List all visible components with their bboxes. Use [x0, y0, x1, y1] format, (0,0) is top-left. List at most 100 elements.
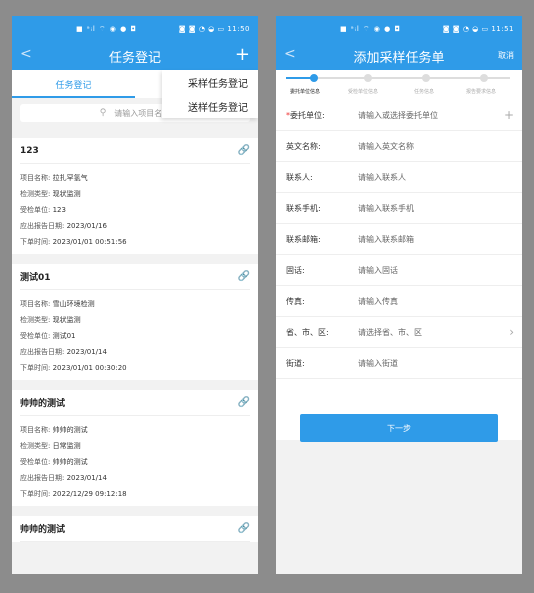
field-label: 项目名称:: [20, 426, 51, 434]
field-label: 检测类型:: [20, 190, 51, 198]
form-row-contact[interactable]: 联系人: 请输入联系人: [276, 162, 522, 193]
step-label: 受检单位信息: [348, 89, 379, 95]
field-label: 委托单位:: [290, 110, 325, 120]
add-menu: 采样任务登记 送样任务登记: [162, 70, 258, 118]
tab-task-register[interactable]: 任务登记: [12, 70, 135, 98]
field-label: 应出报告日期:: [20, 222, 65, 230]
form-row-email[interactable]: 联系邮箱: 请输入联系邮箱: [276, 224, 522, 255]
step-dot: [480, 74, 488, 82]
form-row-landline[interactable]: 固话: 请输入固话: [276, 255, 522, 286]
form-row-english-name[interactable]: 英文名称: 请输入英文名称: [276, 131, 522, 162]
task-card[interactable]: 123 🔗 项目名称: 拉扎罕氢气 检测类型: 现状监测 受检单位: 123 应…: [12, 138, 258, 254]
tab-indicator: [12, 96, 135, 98]
fax-input[interactable]: 请输入传真: [358, 296, 398, 307]
form-row-street[interactable]: 街道: 请输入街道: [276, 348, 522, 379]
client-form: *委托单位: 请输入或选择委托单位 + 英文名称: 请输入英文名称 联系人: 请…: [276, 100, 522, 440]
add-sampling-task-screen: ■ ᵃᵢl ⌔ ◉ ● ◘ ◙ ◙ ◔ ◒ ▭ 11:51 < 添加采样任务单 …: [276, 16, 522, 574]
field-value: 测试01: [52, 332, 76, 340]
cancel-button[interactable]: 取消: [498, 50, 514, 61]
nav-bar: < 任务登记 +: [12, 42, 258, 70]
field-label: 下单时间:: [20, 238, 51, 246]
form-row-fax[interactable]: 传真: 请输入传真: [276, 286, 522, 317]
status-icons: ■ ᵃᵢl ⌔ ◉ ● ◘: [76, 24, 138, 33]
field-label: 项目名称:: [20, 300, 51, 308]
task-register-screen: ■ ᵃᵢl ⌔ ◉ ● ◘ ◙ ◙ ◔ ◒ ▭ 11:50 < 任务登记 + 采…: [12, 16, 258, 574]
field-label: 英文名称:: [286, 141, 321, 151]
field-label: 下单时间:: [20, 364, 51, 372]
field-label: 省、市、区:: [286, 327, 329, 337]
field-value: 2023/01/16: [66, 222, 107, 230]
back-icon[interactable]: <: [20, 46, 32, 62]
field-label: 受检单位:: [20, 332, 51, 340]
link-icon[interactable]: 🔗: [238, 397, 250, 408]
field-label: 联系邮箱:: [286, 234, 321, 244]
field-label: 检测类型:: [20, 316, 51, 324]
link-icon[interactable]: 🔗: [238, 145, 250, 156]
form-row-mobile[interactable]: 联系手机: 请输入联系手机: [276, 193, 522, 224]
step-dot-active: [310, 74, 318, 82]
client-input[interactable]: 请输入或选择委托单位: [358, 110, 438, 121]
field-value: 帅帅的测试: [52, 426, 88, 434]
email-input[interactable]: 请输入联系邮箱: [358, 234, 414, 245]
field-value: 2023/01/14: [66, 348, 107, 356]
menu-item-sampling-register[interactable]: 采样任务登记: [162, 70, 258, 94]
field-label: 受检单位:: [20, 206, 51, 214]
nav-bar: < 添加采样任务单 取消: [276, 42, 522, 70]
task-title: 帅帅的测试: [20, 399, 66, 409]
task-card[interactable]: 帅帅的测试 🔗 项目名称: 帅帅的测试 检测类型: 日常监测 受检单位: 帅帅的…: [12, 390, 258, 506]
form-row-region[interactable]: 省、市、区: 请选择省、市、区 ›: [276, 317, 522, 348]
page-title: 任务登记: [108, 50, 161, 66]
field-value: 拉扎罕氢气: [52, 174, 88, 182]
add-client-icon[interactable]: +: [504, 108, 514, 122]
status-bar: ■ ᵃᵢl ⌔ ◉ ● ◘ ◙ ◙ ◔ ◒ ▭ 11:51: [276, 16, 522, 42]
link-icon[interactable]: 🔗: [238, 523, 250, 534]
street-input[interactable]: 请输入街道: [358, 358, 398, 369]
field-label: 联系人:: [286, 172, 313, 182]
field-label: 街道:: [286, 358, 305, 368]
field-value: 现状监测: [52, 190, 81, 198]
stepper: 委托单位信息 受检单位信息 任务信息 报告要求信息: [276, 70, 522, 100]
region-select[interactable]: 请选择省、市、区: [358, 327, 422, 338]
task-list: 123 🔗 项目名称: 拉扎罕氢气 检测类型: 现状监测 受检单位: 123 应…: [12, 138, 258, 542]
field-value: 2023/01/14: [66, 474, 107, 482]
task-card[interactable]: 帅帅的测试 🔗: [12, 516, 258, 542]
next-step-button[interactable]: 下一步: [300, 414, 498, 442]
english-name-input[interactable]: 请输入英文名称: [358, 141, 414, 152]
form-row-client[interactable]: *委托单位: 请输入或选择委托单位 +: [276, 100, 522, 131]
task-title: 123: [20, 145, 39, 156]
field-label: 项目名称:: [20, 174, 51, 182]
field-value: 123: [52, 206, 66, 214]
step-label: 任务信息: [414, 89, 435, 95]
field-value: 2023/01/01 00:30:20: [52, 364, 127, 372]
task-card[interactable]: 测试01 🔗 项目名称: 雪山环境检测 检测类型: 现状监测 受检单位: 测试0…: [12, 264, 258, 380]
status-icons: ■ ᵃᵢl ⌔ ◉ ● ◘: [340, 24, 402, 33]
add-icon[interactable]: +: [235, 44, 250, 65]
field-value: 现状监测: [52, 316, 81, 324]
task-title: 帅帅的测试: [20, 525, 66, 535]
field-label: 受检单位:: [20, 458, 51, 466]
status-right: ◙ ◙ ◔ ◒ ▭ 11:50: [178, 25, 250, 33]
page-title: 添加采样任务单: [353, 50, 445, 66]
mobile-input[interactable]: 请输入联系手机: [358, 203, 414, 214]
field-value: 2023/01/01 00:51:56: [52, 238, 127, 246]
step-dot: [422, 74, 430, 82]
search-icon: ⚲: [99, 108, 107, 118]
field-value: 2022/12/29 09:12:18: [52, 490, 127, 498]
task-title: 测试01: [20, 273, 51, 283]
contact-input[interactable]: 请输入联系人: [358, 172, 406, 183]
chevron-right-icon[interactable]: ›: [509, 325, 514, 339]
landline-input[interactable]: 请输入固话: [358, 265, 398, 276]
field-value: 雪山环境检测: [52, 300, 95, 308]
menu-item-delivery-register[interactable]: 送样任务登记: [162, 94, 258, 118]
step-dot: [364, 74, 372, 82]
back-icon[interactable]: <: [284, 46, 296, 62]
status-right: ◙ ◙ ◔ ◒ ▭ 11:51: [442, 25, 514, 33]
step-label: 委托单位信息: [290, 89, 321, 95]
field-label: 检测类型:: [20, 442, 51, 450]
field-label: 固话:: [286, 265, 305, 275]
step-label: 报告要求信息: [466, 89, 497, 95]
status-bar: ■ ᵃᵢl ⌔ ◉ ● ◘ ◙ ◙ ◔ ◒ ▭ 11:50: [12, 16, 258, 42]
field-label: 传真:: [286, 296, 305, 306]
link-icon[interactable]: 🔗: [238, 271, 250, 282]
field-value: 帅帅的测试: [52, 458, 88, 466]
